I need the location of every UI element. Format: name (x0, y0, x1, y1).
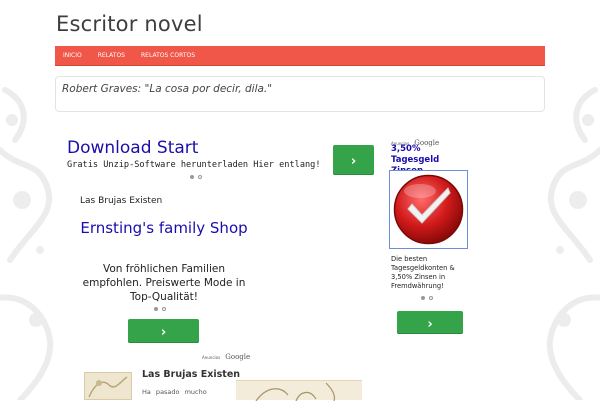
pager-dot-active[interactable] (421, 296, 425, 300)
nav-item-inicio[interactable]: INICIO (55, 46, 90, 65)
illustration-thumbnail-icon (88, 376, 128, 398)
ad-download-start-title[interactable]: Download Start (67, 138, 198, 158)
ad-ernstings-button[interactable]: › (128, 319, 199, 343)
ad-ernstings-title[interactable]: Ernsting's family Shop (80, 218, 248, 238)
ad-download-start-button[interactable]: › (333, 145, 374, 175)
ad-tagesgeld-image[interactable] (389, 170, 468, 249)
site-title[interactable]: Escritor novel (56, 12, 203, 36)
pager-dot-active[interactable] (154, 307, 158, 311)
chevron-right-icon: › (160, 325, 167, 340)
ad-tagesgeld-description: Die besten Tagesgeldkonten & 3,50% Zinse… (391, 255, 455, 290)
nav-item-relatos[interactable]: RELATOS (90, 46, 133, 65)
ad-tagesgeld-button[interactable]: › (397, 311, 463, 334)
pager-dot-active[interactable] (190, 175, 194, 179)
ad-top-pager (190, 175, 202, 179)
sketch-illustration-icon (255, 382, 336, 402)
post-excerpt: Ha pasado mucho (142, 388, 207, 396)
chevron-right-icon: › (427, 317, 433, 332)
post-thumbnail[interactable] (84, 372, 132, 400)
ad-ernstings-description: Von fröhlichen Familien empfohlen. Preis… (82, 263, 246, 303)
post-illustration (236, 380, 362, 402)
main-navigation: INICIO RELATOS RELATOS CORTOS (55, 46, 545, 66)
ads-by-google-label[interactable]: Anuncios Google (202, 344, 250, 363)
ad-side-pager (421, 296, 433, 300)
ad-download-start-description: Gratis Unzip-Software herunterladen Hier… (67, 160, 321, 170)
section-label: Las Brujas Existen (80, 196, 163, 206)
pager-dot[interactable] (198, 175, 202, 179)
quote-box: Robert Graves: "La cosa por decir, dila.… (55, 76, 545, 112)
chevron-right-icon: › (350, 154, 357, 169)
pager-dot[interactable] (162, 307, 166, 311)
ad-mid-pager (154, 307, 166, 311)
nav-item-relatos-cortos[interactable]: RELATOS CORTOS (133, 46, 203, 65)
quote-text: Robert Graves: "La cosa por decir, dila.… (62, 83, 273, 95)
pager-dot[interactable] (429, 296, 433, 300)
red-checkmark-icon (393, 174, 464, 245)
post-title[interactable]: Las Brujas Existen (142, 369, 240, 380)
